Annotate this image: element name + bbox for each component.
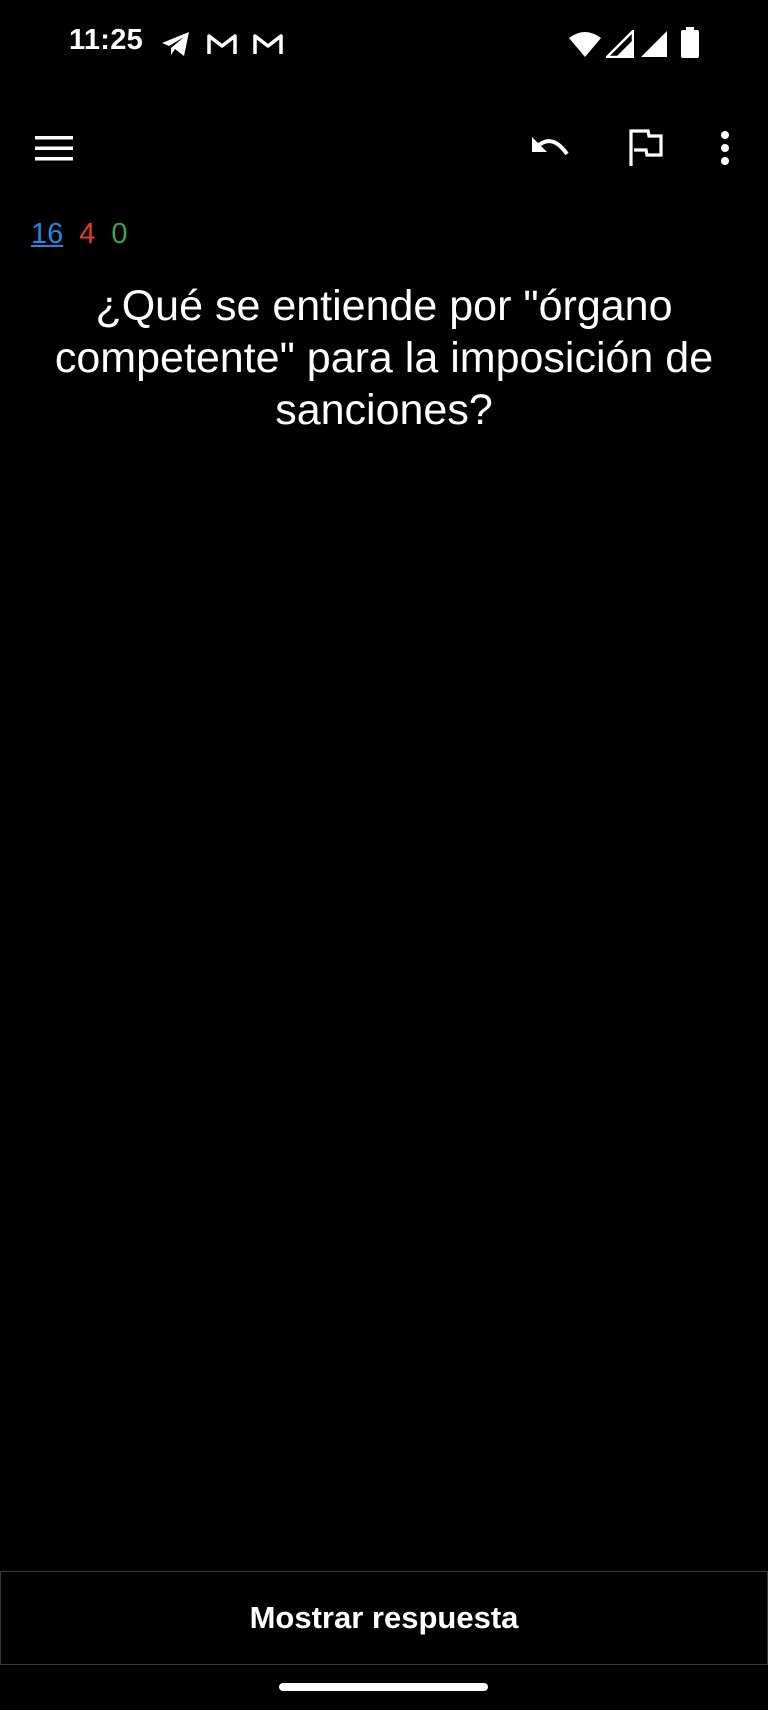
telegram-icon	[162, 32, 189, 56]
status-bar: 11:25	[0, 0, 768, 90]
signal-icon	[641, 31, 667, 57]
menu-icon	[35, 136, 73, 161]
flag-icon	[629, 129, 663, 166]
learning-count: 4	[79, 218, 96, 250]
gmail-icon	[207, 34, 237, 54]
review-count: 0	[111, 218, 128, 250]
card-question: ¿Qué se entiende por "órgano competente"…	[54, 282, 714, 434]
gmail-icon	[253, 34, 283, 54]
home-indicator[interactable]	[279, 1683, 488, 1691]
wifi-icon	[569, 32, 601, 57]
signal-icon	[606, 30, 634, 58]
undo-icon	[532, 137, 569, 156]
more-vert-icon	[721, 131, 729, 165]
more-options-button[interactable]	[697, 120, 753, 176]
card-counts: 16 4 0	[31, 218, 128, 251]
undo-button[interactable]	[522, 120, 578, 176]
app-toolbar	[0, 110, 768, 186]
new-count: 16	[31, 218, 64, 250]
flag-button[interactable]	[618, 120, 674, 176]
show-answer-button[interactable]: Mostrar respuesta	[0, 1571, 768, 1665]
battery-icon	[681, 27, 699, 58]
menu-button[interactable]	[26, 120, 82, 176]
status-time: 11:25	[69, 24, 144, 56]
